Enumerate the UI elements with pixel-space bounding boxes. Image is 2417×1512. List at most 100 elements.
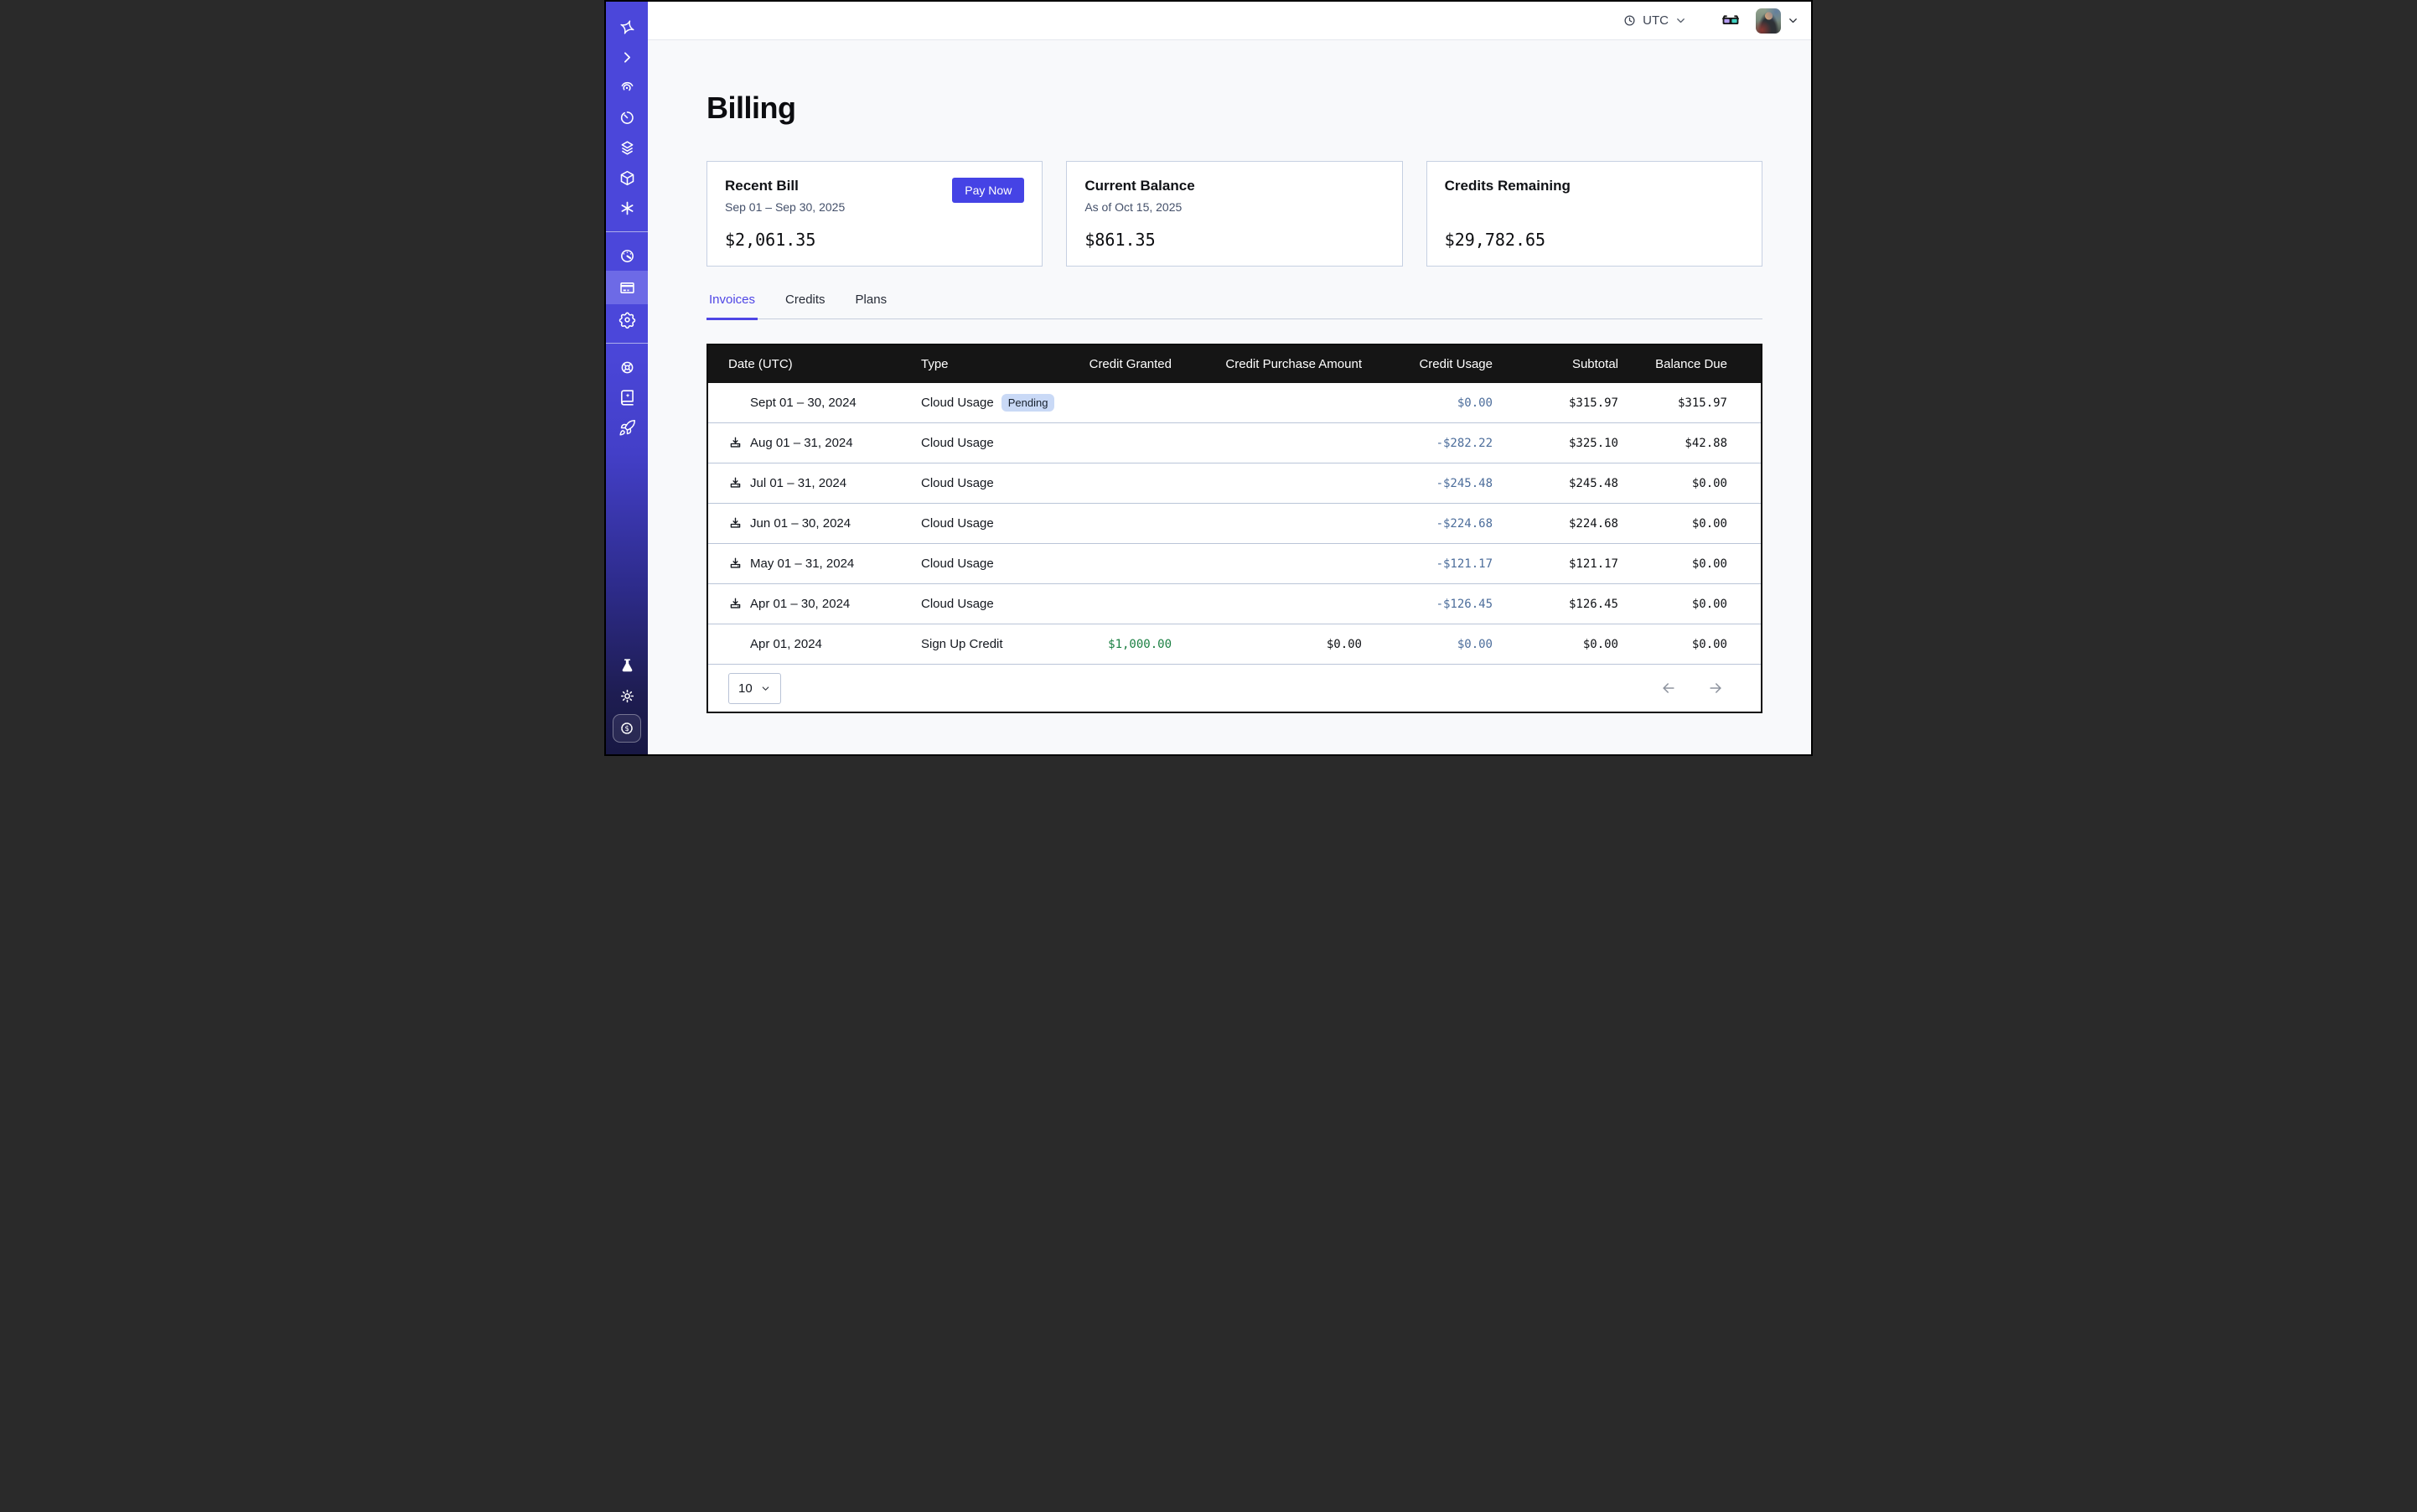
table-header-row: Date (UTC)TypeCredit GrantedCredit Purch… [708, 345, 1761, 383]
sidebar-footer [606, 650, 648, 754]
date-cell: Jul 01 – 31, 2024 [708, 476, 901, 490]
invoice-date: Aug 01 – 31, 2024 [750, 436, 853, 450]
sidebar-item-support-wheel[interactable] [606, 352, 648, 382]
column-header: Date (UTC) [708, 357, 901, 371]
sidebar-item-settings-gear[interactable] [606, 304, 648, 334]
status-badge: Pending [1001, 394, 1055, 412]
card-title: Credits Remaining [1445, 178, 1744, 194]
invoices-table: Date (UTC)TypeCredit GrantedCredit Purch… [706, 344, 1762, 713]
summary-cards: Recent Bill Sep 01 – Sep 30, 2025 $2,061… [706, 161, 1762, 267]
radar-icon [618, 79, 636, 96]
column-header: Subtotal [1493, 357, 1618, 371]
next-page-button[interactable] [1707, 680, 1724, 696]
sidebar-item-logo-orbit[interactable] [606, 12, 648, 42]
sidebar-item-labs-flask[interactable] [606, 650, 648, 681]
column-header: Balance Due [1618, 357, 1727, 371]
download-invoice-icon[interactable] [728, 436, 743, 450]
type-cell: Cloud Usage [901, 597, 1060, 611]
view-mode-button[interactable] [1721, 11, 1741, 31]
invoice-type: Cloud Usage [921, 597, 994, 611]
account-menu[interactable] [1756, 8, 1799, 34]
table-row: Aug 01 – 31, 2024 Cloud Usage -$282.22 $… [708, 423, 1761, 463]
usage-gauge-icon [618, 247, 636, 265]
sidebar-item-theme-sun[interactable] [606, 681, 648, 711]
balance-due-value: $0.00 [1618, 638, 1727, 651]
download-invoice-icon[interactable] [728, 476, 743, 490]
credit-usage-value: -$121.17 [1362, 557, 1493, 571]
labs-flask-icon [618, 657, 636, 675]
history-icon [618, 109, 636, 127]
sidebar-item-quickstart-rocket[interactable] [606, 412, 648, 443]
chevron-down-icon [1787, 14, 1799, 27]
sidebar-item-credits-dollar[interactable] [613, 714, 641, 743]
invoice-date: Apr 01 – 30, 2024 [750, 597, 850, 611]
invoice-type: Sign Up Credit [921, 637, 1003, 651]
card-title: Current Balance [1084, 178, 1384, 194]
table-row: May 01 – 31, 2024 Cloud Usage -$121.17 $… [708, 544, 1761, 584]
credit-purchase-value: $0.00 [1172, 638, 1362, 651]
sidebar-item-billing-card[interactable] [606, 271, 648, 304]
subtotal-value: $224.68 [1493, 517, 1618, 531]
credits-remaining-card: Credits Remaining $29,782.65 [1426, 161, 1762, 267]
balance-due-value: $0.00 [1618, 477, 1727, 490]
app-window: UTC Billing Recent Bill Sep 01 – Sep 30,… [604, 0, 1813, 756]
invoice-date: May 01 – 31, 2024 [750, 557, 854, 571]
sidebar-item-asterisk[interactable] [606, 193, 648, 223]
support-wheel-icon [618, 359, 636, 376]
credit-usage-value: -$245.48 [1362, 477, 1493, 490]
sidebar-item-cube[interactable] [606, 163, 648, 193]
tab-credits[interactable]: Credits [783, 293, 828, 320]
date-cell: Jun 01 – 30, 2024 [708, 516, 901, 531]
balance-due-value: $315.97 [1618, 396, 1727, 410]
billing-card-icon [618, 279, 636, 297]
sidebar-item-history[interactable] [606, 102, 648, 132]
invoice-type: Cloud Usage [921, 396, 994, 410]
sidebar-item-radar[interactable] [606, 72, 648, 102]
tab-plans[interactable]: Plans [853, 293, 890, 320]
download-invoice-icon[interactable] [728, 557, 743, 571]
invoice-date: Sept 01 – 30, 2024 [750, 396, 857, 410]
page-size-select[interactable]: 10 [728, 673, 781, 704]
collapse-chevron-icon [618, 49, 636, 66]
sidebar-item-collapse-chevron[interactable] [606, 42, 648, 72]
recent-bill-card: Recent Bill Sep 01 – Sep 30, 2025 $2,061… [706, 161, 1043, 267]
table-body: Sept 01 – 30, 2024 Cloud Usage Pending $… [708, 383, 1761, 665]
invoice-type: Cloud Usage [921, 436, 994, 450]
column-header: Credit Usage [1362, 357, 1493, 371]
table-row: Sept 01 – 30, 2024 Cloud Usage Pending $… [708, 383, 1761, 423]
chevron-down-icon [760, 683, 771, 694]
download-invoice-icon[interactable] [728, 516, 743, 531]
sidebar-item-usage-gauge[interactable] [606, 241, 648, 271]
docs-book-icon [618, 389, 636, 406]
invoice-date: Apr 01, 2024 [750, 637, 822, 651]
clock-icon [1623, 13, 1637, 28]
subtotal-value: $126.45 [1493, 598, 1618, 611]
download-invoice-icon[interactable] [728, 597, 743, 611]
balance-due-value: $0.00 [1618, 598, 1727, 611]
tab-invoices[interactable]: Invoices [706, 293, 758, 320]
chevron-down-icon [1674, 14, 1687, 27]
page-title: Billing [706, 91, 1762, 126]
column-header: Credit Purchase Amount [1172, 357, 1362, 371]
date-cell: Sept 01 – 30, 2024 [708, 396, 901, 410]
prev-page-button[interactable] [1660, 680, 1677, 696]
arrow-left-icon [1660, 680, 1677, 696]
logo-orbit-icon [618, 18, 636, 36]
timezone-selector[interactable]: UTC [1623, 13, 1687, 28]
timezone-label: UTC [1643, 13, 1669, 28]
sidebar-item-docs-book[interactable] [606, 382, 648, 412]
pay-now-button[interactable]: Pay Now [952, 178, 1024, 203]
table-row: Jun 01 – 30, 2024 Cloud Usage -$224.68 $… [708, 504, 1761, 544]
type-cell: Cloud Usage [901, 516, 1060, 531]
sidebar-item-layers[interactable] [606, 132, 648, 163]
cube-icon [618, 169, 636, 187]
credit-usage-value: -$224.68 [1362, 517, 1493, 531]
recent-bill-amount: $2,061.35 [725, 230, 1024, 250]
card-subtitle: As of Oct 15, 2025 [1084, 200, 1384, 215]
current-balance-amount: $861.35 [1084, 230, 1384, 250]
invoice-type: Cloud Usage [921, 476, 994, 490]
sidebar [606, 2, 648, 754]
type-cell: Sign Up Credit [901, 637, 1060, 651]
type-cell: Cloud Usage [901, 557, 1060, 571]
avatar [1756, 8, 1781, 34]
